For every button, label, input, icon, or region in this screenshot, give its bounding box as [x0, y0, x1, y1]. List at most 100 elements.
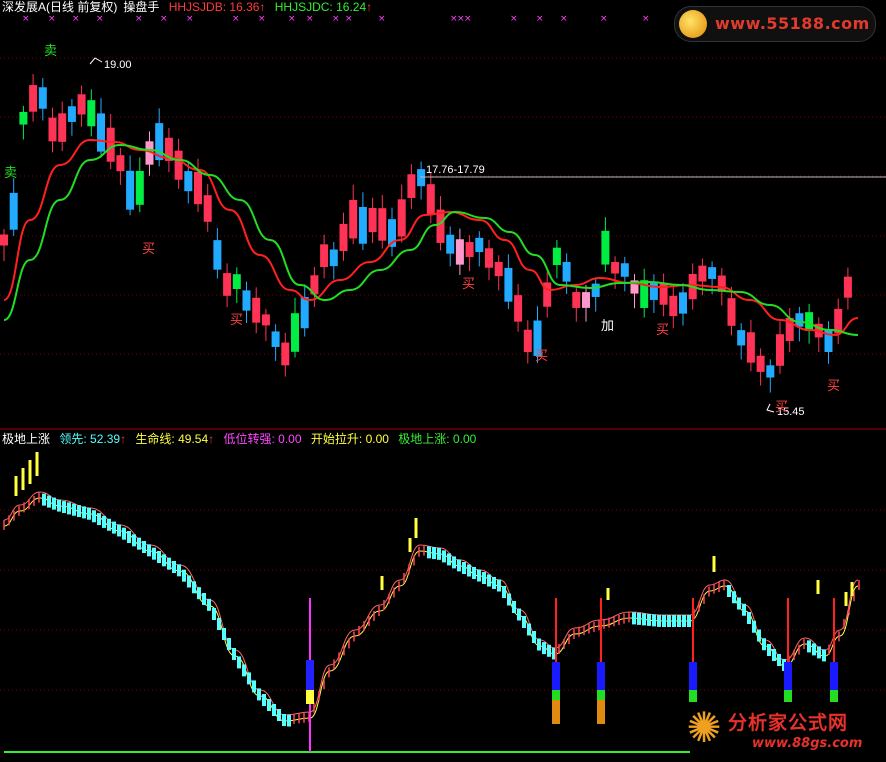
x-mark: ×: [232, 14, 240, 24]
candle[interactable]: [358, 206, 367, 244]
low-marker-arrow: [766, 403, 775, 413]
candle[interactable]: [19, 111, 28, 125]
candle[interactable]: [174, 150, 183, 180]
signal-column-seg: [689, 662, 697, 690]
candle[interactable]: [843, 276, 852, 298]
candle[interactable]: [485, 248, 493, 268]
candle[interactable]: [795, 313, 804, 327]
x-mark: ×: [288, 14, 296, 24]
candle[interactable]: [552, 247, 561, 265]
candle[interactable]: [698, 265, 707, 282]
candle[interactable]: [106, 127, 115, 162]
sub-indicator-name[interactable]: 极地上涨: [2, 432, 50, 446]
candle[interactable]: [368, 208, 377, 233]
chart-canvas[interactable]: ×××××××××××××××××××××××××××× 19.0017.76-…: [0, 0, 886, 762]
candle[interactable]: [9, 192, 18, 230]
candle[interactable]: [126, 170, 135, 210]
candle[interactable]: [494, 261, 503, 277]
candle[interactable]: [300, 296, 309, 329]
candle[interactable]: [252, 297, 261, 323]
candle[interactable]: [339, 223, 348, 252]
x-mark: ×: [600, 14, 608, 24]
candle[interactable]: [611, 262, 620, 274]
signal-column-seg: [552, 662, 560, 690]
candles[interactable]: [0, 73, 852, 393]
candle[interactable]: [77, 94, 86, 115]
candle[interactable]: [194, 171, 202, 205]
logo-ball-icon: [679, 10, 707, 38]
candle[interactable]: [48, 117, 57, 142]
x-mark: ×: [186, 14, 194, 24]
candle[interactable]: [572, 292, 581, 308]
candle[interactable]: [232, 274, 241, 290]
candle[interactable]: [291, 313, 299, 352]
candle[interactable]: [271, 331, 280, 347]
candle[interactable]: [261, 314, 270, 326]
start-pull-label: 开始拉升:: [310, 432, 363, 446]
candle[interactable]: [776, 334, 784, 366]
candle[interactable]: [805, 312, 814, 331]
candle[interactable]: [203, 195, 212, 222]
candle[interactable]: [407, 174, 416, 198]
signal-buy: 买: [827, 379, 840, 394]
stock-name[interactable]: 深发展A: [2, 0, 46, 14]
site-watermark-bottom: ✺ 分析家公式网 www.88gs.com: [682, 706, 882, 758]
candle[interactable]: [465, 242, 474, 258]
candle[interactable]: [184, 171, 193, 192]
candle[interactable]: [669, 295, 678, 317]
candle[interactable]: [717, 275, 726, 292]
candle[interactable]: [679, 292, 687, 314]
candle[interactable]: [766, 365, 775, 378]
candle[interactable]: [620, 263, 629, 277]
candle[interactable]: [0, 234, 8, 246]
candle[interactable]: [223, 273, 232, 296]
candle[interactable]: [582, 292, 590, 308]
candle[interactable]: [329, 249, 338, 267]
candle[interactable]: [135, 170, 144, 205]
indicator-name[interactable]: 操盘手: [123, 0, 159, 14]
candle[interactable]: [213, 240, 222, 270]
candle[interactable]: [320, 244, 329, 268]
candle[interactable]: [87, 100, 96, 127]
candle[interactable]: [756, 355, 765, 372]
candle[interactable]: [436, 209, 445, 243]
candle[interactable]: [562, 261, 571, 282]
signal-labels: 卖卖买买买买加 买买买: [4, 44, 840, 415]
candle[interactable]: [58, 113, 67, 142]
main-panel-header: 深发展A(日线 前复权) 操盘手 HHJSJDB: 16.36↑ HHJSJDC:…: [2, 0, 378, 14]
candle[interactable]: [67, 106, 76, 122]
candle[interactable]: [504, 267, 513, 302]
candle[interactable]: [349, 199, 358, 239]
candle[interactable]: [737, 330, 746, 346]
candle[interactable]: [727, 298, 736, 326]
candle[interactable]: [281, 342, 290, 366]
candle[interactable]: [746, 332, 755, 363]
candle[interactable]: [514, 295, 523, 322]
candle[interactable]: [242, 290, 251, 311]
candle[interactable]: [417, 169, 426, 187]
candle[interactable]: [455, 239, 464, 265]
candle[interactable]: [116, 155, 125, 172]
signal-buy: 买: [142, 242, 155, 257]
candle[interactable]: [446, 234, 455, 254]
candle[interactable]: [601, 230, 610, 265]
signal-column-seg: [597, 700, 605, 724]
candle[interactable]: [378, 208, 387, 241]
polar-rise-label: 极地上涨:: [398, 432, 450, 446]
candle[interactable]: [708, 267, 717, 279]
candle[interactable]: [591, 283, 600, 297]
signal-buy: 买: [462, 277, 475, 292]
period-label: (日线 前复权): [46, 0, 118, 14]
candle[interactable]: [397, 199, 406, 237]
candle[interactable]: [475, 237, 484, 253]
x-mark: ×: [642, 14, 650, 24]
candle[interactable]: [426, 184, 435, 215]
candle[interactable]: [29, 85, 38, 112]
candle[interactable]: [523, 329, 532, 353]
lifeline-arrow: ↑: [208, 432, 215, 446]
candle[interactable]: [97, 113, 105, 152]
signal-sell: 卖: [44, 44, 57, 59]
candle[interactable]: [38, 87, 47, 109]
candle[interactable]: [649, 282, 658, 300]
signal-column-seg: [830, 690, 838, 702]
